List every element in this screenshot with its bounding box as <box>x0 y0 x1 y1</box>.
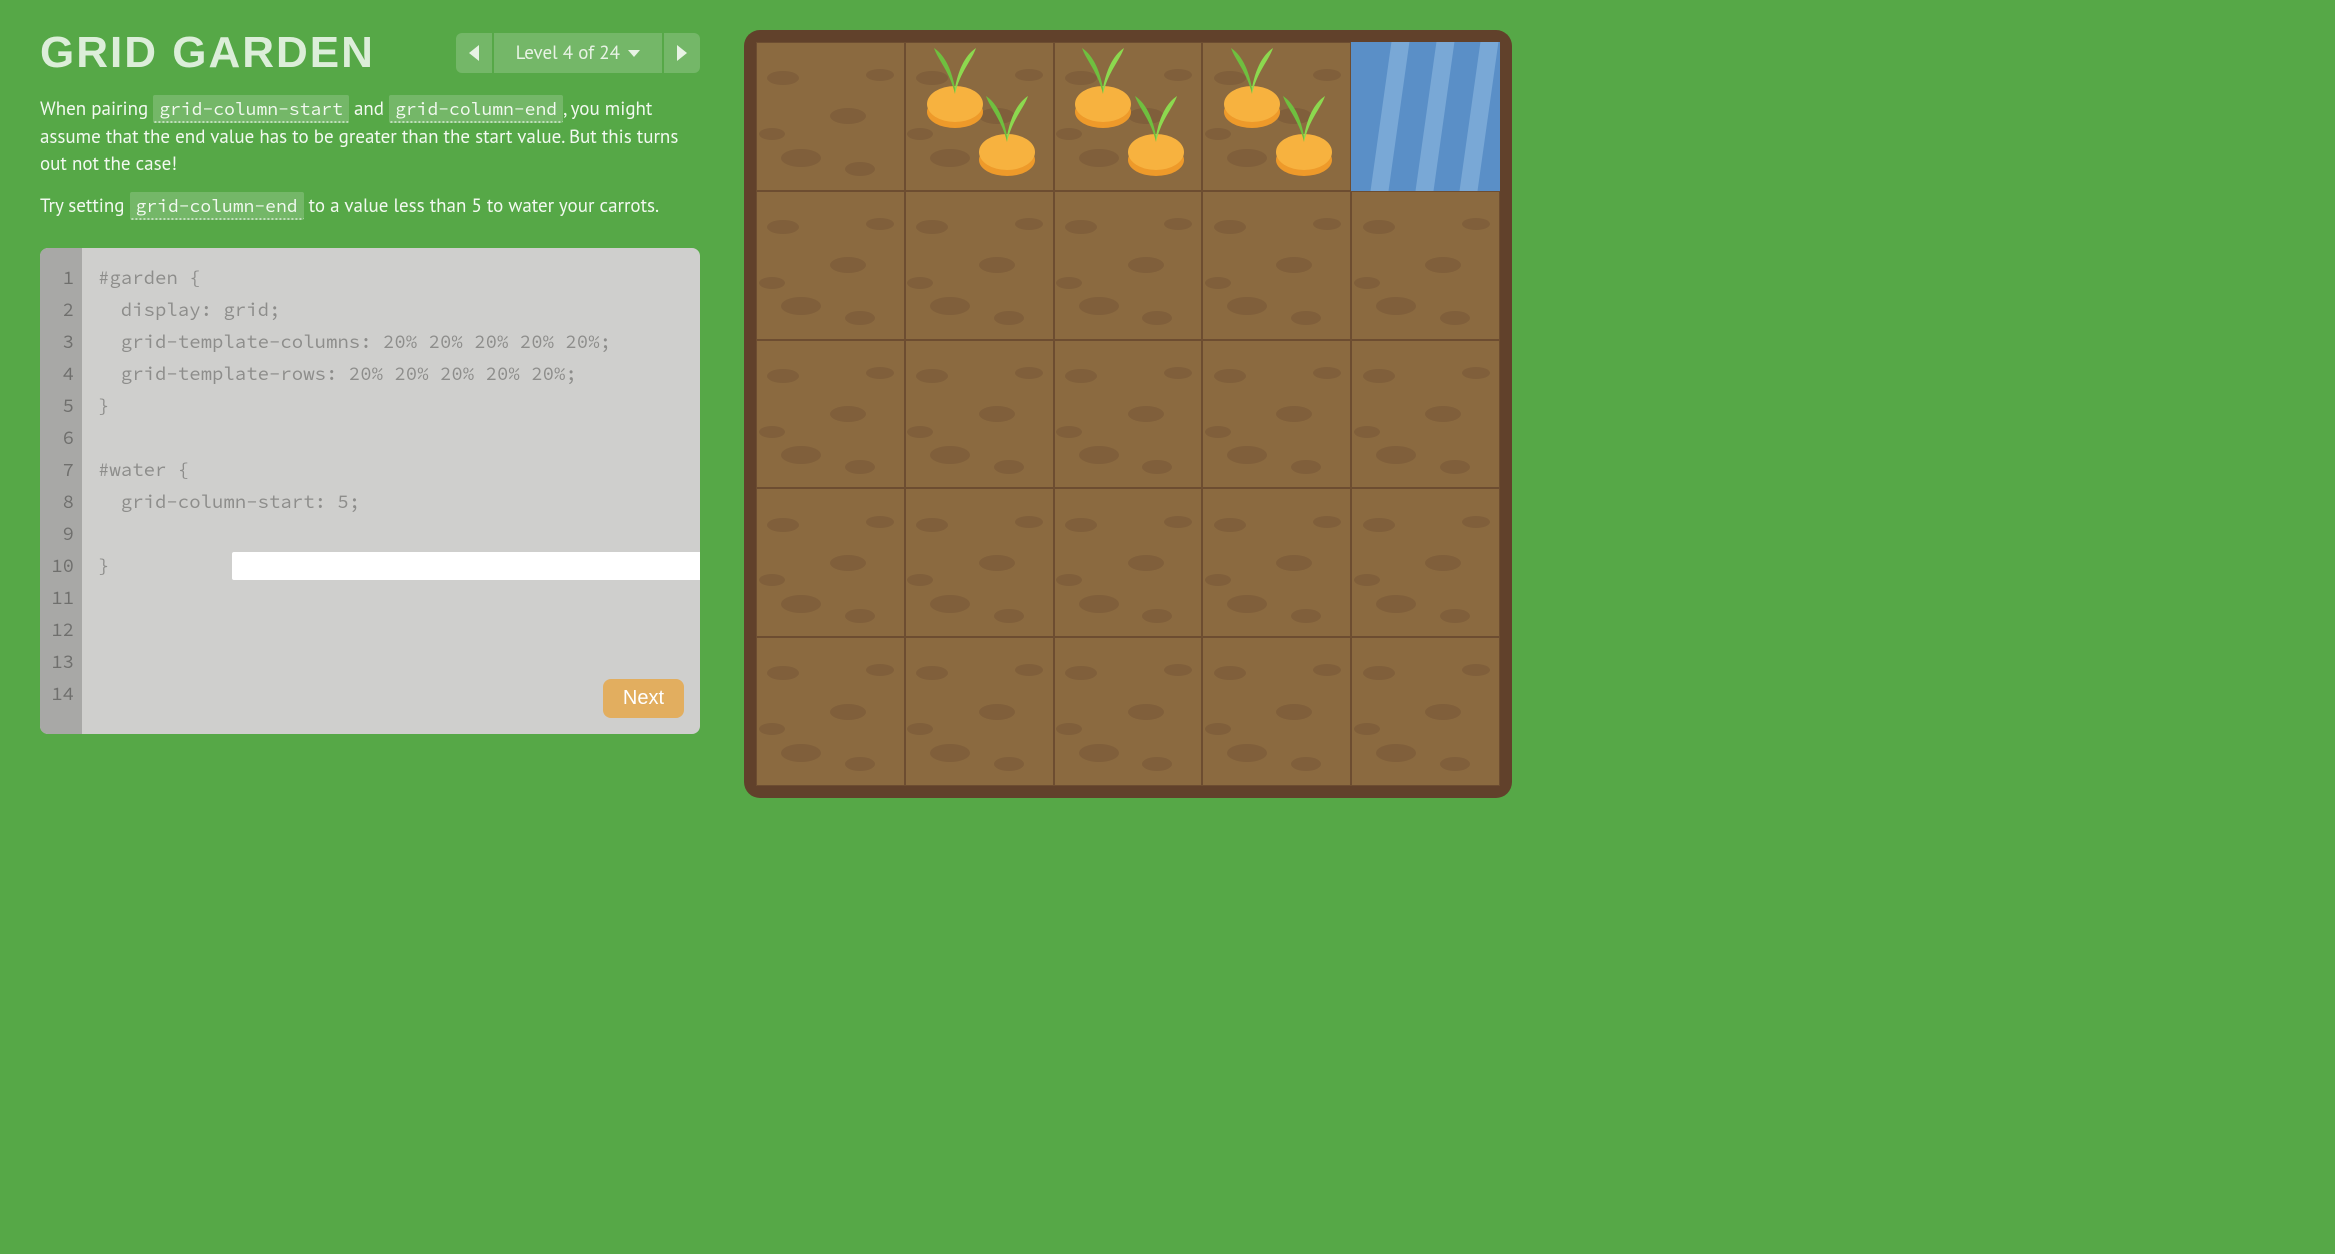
code-area: #garden { display: grid; grid-template-c… <box>82 248 700 734</box>
line-number: 12 <box>48 614 74 646</box>
garden-cell <box>905 191 1054 340</box>
garden-cell <box>905 488 1054 637</box>
garden-cell <box>1351 340 1500 489</box>
garden-cell <box>1202 191 1351 340</box>
code-token: grid-column-end <box>389 95 563 123</box>
level-selector[interactable]: Level 4 of 24 <box>494 33 662 73</box>
garden-cell <box>1202 488 1351 637</box>
garden-cell <box>1202 637 1351 786</box>
garden-board <box>744 30 1512 798</box>
prev-level-button[interactable] <box>456 33 492 73</box>
garden-cell <box>1202 340 1351 489</box>
chevron-down-icon <box>628 50 640 57</box>
app-title: GRID GARDEN <box>40 28 375 78</box>
code-line: } <box>98 390 684 422</box>
code-line: display: grid; <box>98 294 684 326</box>
garden-cell <box>756 340 905 489</box>
instructions: When pairing grid-column-start and grid-… <box>40 96 700 220</box>
next-level-button[interactable] <box>664 33 700 73</box>
line-number: 13 <box>48 646 74 678</box>
code-line: grid-column-start: 5; <box>98 486 684 518</box>
garden-cell <box>1054 42 1203 191</box>
code-line <box>98 422 684 454</box>
garden-cell <box>905 340 1054 489</box>
line-number: 4 <box>48 358 74 390</box>
garden-cell <box>905 637 1054 786</box>
garden-cell <box>1054 340 1203 489</box>
level-nav: Level 4 of 24 <box>456 33 700 73</box>
line-number: 7 <box>48 454 74 486</box>
chevron-left-icon <box>469 45 479 61</box>
garden-cell <box>1351 637 1500 786</box>
line-number: 10 <box>48 550 74 582</box>
instruction-text: and <box>349 97 389 121</box>
css-answer-input[interactable] <box>232 552 700 580</box>
line-number: 8 <box>48 486 74 518</box>
garden-cell <box>756 488 905 637</box>
line-number: 9 <box>48 518 74 550</box>
garden-cell <box>905 42 1054 191</box>
line-number: 1 <box>48 262 74 294</box>
garden-cell <box>1202 42 1351 191</box>
code-line: #garden { <box>98 262 684 294</box>
code-line: grid-template-columns: 20% 20% 20% 20% 2… <box>98 326 684 358</box>
garden-cell <box>1351 488 1500 637</box>
line-number: 6 <box>48 422 74 454</box>
instruction-text: Try setting <box>40 194 130 218</box>
code-line: #water { <box>98 454 684 486</box>
next-button[interactable]: Next <box>603 679 684 718</box>
line-number: 14 <box>48 678 74 710</box>
garden-cell <box>756 42 905 191</box>
line-number: 11 <box>48 582 74 614</box>
garden-cell <box>756 191 905 340</box>
line-gutter: 1 2 3 4 5 6 7 8 9 10 11 12 13 14 <box>40 248 82 734</box>
code-editor: 1 2 3 4 5 6 7 8 9 10 11 12 13 14 #garden… <box>40 248 700 734</box>
chevron-right-icon <box>677 45 687 61</box>
line-number: 2 <box>48 294 74 326</box>
line-number: 5 <box>48 390 74 422</box>
water-tile <box>1351 42 1500 191</box>
code-input-line <box>98 518 684 550</box>
level-label: Level 4 of 24 <box>516 41 620 65</box>
garden-cell <box>1054 488 1203 637</box>
code-token: grid-column-start <box>153 95 349 123</box>
code-token: grid-column-end <box>130 192 304 220</box>
code-line: grid-template-rows: 20% 20% 20% 20% 20%; <box>98 358 684 390</box>
line-number: 3 <box>48 326 74 358</box>
garden-cell <box>1054 637 1203 786</box>
instruction-text: to a value less than 5 to water your car… <box>304 194 660 218</box>
garden-cell <box>1351 191 1500 340</box>
garden-cell <box>756 637 905 786</box>
garden-cell <box>1054 191 1203 340</box>
instruction-text: When pairing <box>40 97 153 121</box>
